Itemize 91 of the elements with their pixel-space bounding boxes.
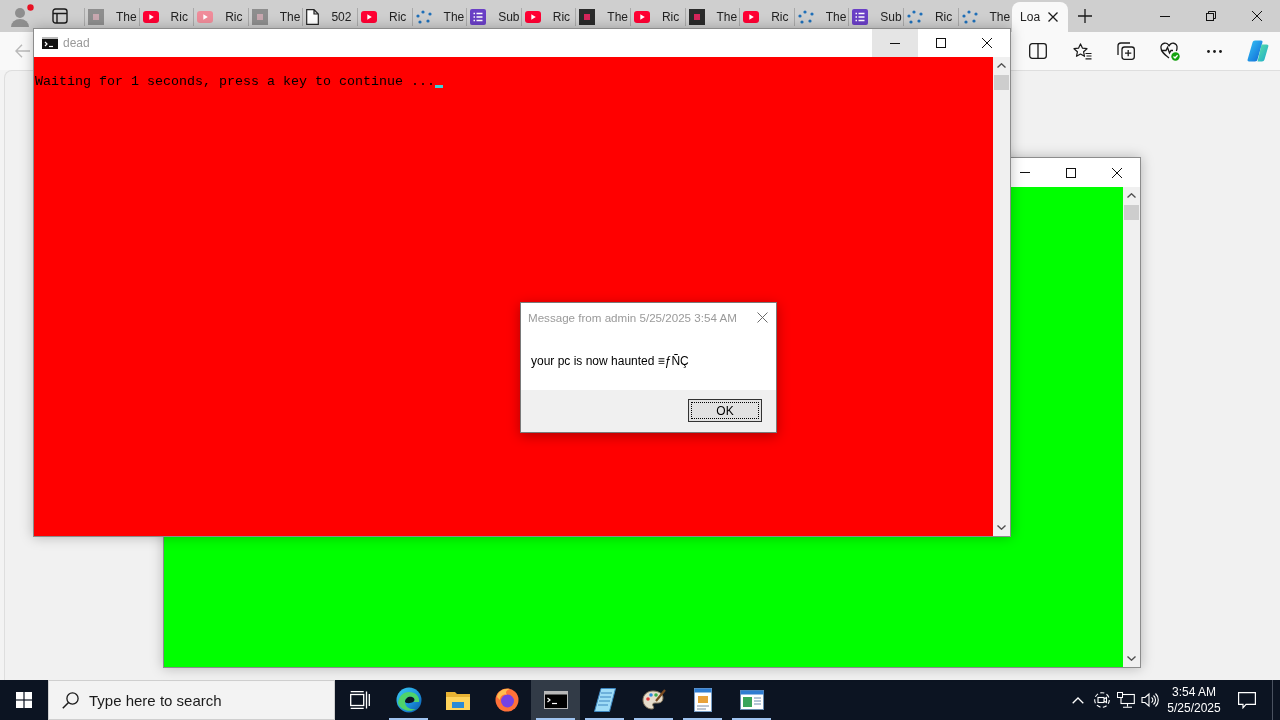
- console-output: Waiting for 1 seconds, press a key to continue ...: [35, 74, 435, 89]
- close-icon[interactable]: [1048, 12, 1059, 22]
- chevron-down-icon[interactable]: [997, 525, 1006, 530]
- clock-button[interactable]: 3:54 AM 5/25/2025: [1166, 680, 1222, 720]
- cursor-icon: [434, 85, 443, 88]
- profile-avatar-icon: [10, 4, 34, 28]
- dots-icon: [415, 10, 432, 24]
- search-field[interactable]: Type here to search: [89, 691, 309, 709]
- minimize-icon: [890, 42, 900, 44]
- browser-tab[interactable]: Ric: [739, 2, 794, 32]
- chevron-up-icon[interactable]: [1127, 193, 1136, 198]
- network-icon: [1117, 692, 1135, 708]
- document-icon: [693, 688, 712, 712]
- browser-tab[interactable]: Ric: [193, 2, 248, 32]
- search-icon: [62, 691, 79, 709]
- browser-icon: [395, 687, 422, 713]
- close-icon: [756, 312, 768, 323]
- maximize-icon: [936, 38, 946, 48]
- minimize-icon: [1160, 15, 1170, 17]
- browser-icon: [494, 688, 519, 712]
- task-view-icon: [349, 691, 370, 709]
- terminal-icon: [543, 691, 568, 709]
- windows-logo-icon: [16, 692, 32, 708]
- close-icon: [1112, 167, 1122, 178]
- play-icon: [633, 11, 650, 23]
- volume-icon: [1141, 692, 1159, 708]
- document-icon: [306, 9, 320, 25]
- browser-tab[interactable]: Ric: [520, 2, 576, 32]
- close-icon: [1252, 11, 1262, 21]
- tab-actions-icon: [52, 8, 68, 24]
- browser-tab[interactable]: The: [684, 2, 740, 32]
- browser-tab[interactable]: The: [957, 2, 1013, 32]
- split-screen-icon: [1029, 43, 1047, 59]
- browser-tab[interactable]: Loa: [1012, 2, 1069, 32]
- close-icon: [982, 38, 992, 48]
- play-icon: [197, 11, 214, 23]
- folder-icon: [445, 690, 470, 710]
- browser-tab[interactable]: Ric: [902, 2, 958, 32]
- maximize-icon: [1066, 167, 1076, 178]
- square-icon: [88, 9, 104, 25]
- chevron-up-icon[interactable]: [997, 63, 1006, 68]
- minimize-icon: [1020, 172, 1030, 173]
- copilot-icon: [1247, 40, 1269, 62]
- restore-icon: [1206, 11, 1216, 21]
- play-icon: [142, 11, 159, 23]
- browser-tab[interactable]: Sub: [466, 2, 521, 32]
- more-icon: [1206, 49, 1222, 53]
- back-arrow-icon: [14, 44, 30, 58]
- scrollbar[interactable]: [1123, 187, 1140, 667]
- square-icon: [579, 9, 596, 25]
- browser-tab[interactable]: The: [411, 2, 467, 32]
- dots-icon: [906, 10, 923, 24]
- browser-tab[interactable]: 502: [302, 2, 357, 32]
- play-icon: [360, 11, 377, 23]
- dots-icon: [961, 10, 978, 24]
- list-icon: [852, 9, 869, 25]
- scrollbar[interactable]: [993, 57, 1010, 536]
- browser-tab[interactable]: The: [84, 2, 139, 32]
- scrollbar-thumb[interactable]: [994, 75, 1009, 90]
- dialog-title: Message from admin 5/25/2025 3:54 AM: [528, 311, 737, 324]
- square-icon: [688, 9, 705, 25]
- play-icon: [524, 11, 541, 23]
- browser-tab[interactable]: The: [575, 2, 630, 32]
- search-box[interactable]: Type here to search: [48, 680, 335, 720]
- scrollbar-thumb[interactable]: [1124, 205, 1139, 220]
- terminal-icon: [42, 37, 58, 49]
- notification-icon: [1238, 691, 1256, 709]
- play-icon: [743, 11, 760, 23]
- browser-tab[interactable]: Ric: [138, 2, 194, 32]
- heart-pulse-icon: [1160, 41, 1180, 61]
- browser-tab[interactable]: Ric: [629, 2, 685, 32]
- dialog-button[interactable]: OK: [688, 399, 762, 422]
- notepad-icon: [593, 688, 616, 712]
- plus-icon: [1078, 9, 1093, 23]
- chevron-down-icon[interactable]: [1127, 656, 1136, 661]
- collections-icon: [1117, 42, 1135, 60]
- window-icon: [739, 690, 764, 710]
- window-title: dead: [63, 36, 90, 50]
- star-list-icon: [1072, 42, 1092, 60]
- dialog-message: your pc is now haunted ≡ƒÑÇ: [531, 354, 689, 368]
- palette-icon: [641, 689, 666, 711]
- browser-tab[interactable]: The: [247, 2, 303, 32]
- browser-tab[interactable]: The: [793, 2, 849, 32]
- browser-tab[interactable]: Ric: [356, 2, 412, 32]
- chevron-up-icon: [1072, 696, 1084, 704]
- taskbar-app-button[interactable]: [531, 680, 580, 720]
- camera-icon: [1094, 692, 1110, 708]
- dots-icon: [797, 10, 814, 24]
- browser-tab[interactable]: Sub: [848, 2, 903, 32]
- square-icon: [251, 9, 268, 25]
- list-icon: [470, 9, 487, 25]
